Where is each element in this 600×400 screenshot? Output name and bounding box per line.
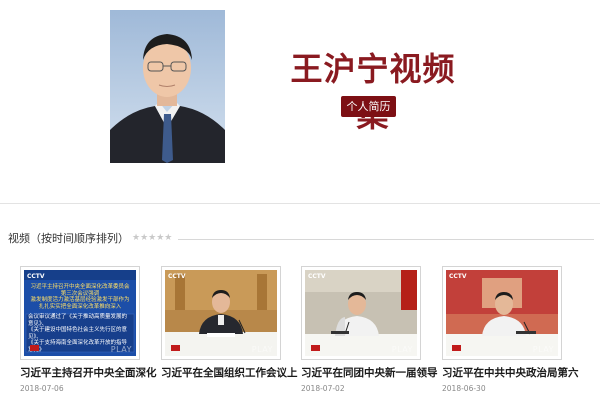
page-title: 王沪宁视频集 [290,50,456,134]
screen-caption: 习近平主持召开中央全面深化改革委员会 第三次会议强调 激发制度活力激活基层经验激… [28,284,132,353]
videos-section-header: 视频（按时间顺序排列） ★★★★★ [8,232,594,246]
channel-logo: CCTV [308,273,326,280]
video-date: 2018-07-06 [20,384,64,393]
play-watermark: PLAY [110,345,132,354]
video-date: 2018-07-02 [301,384,345,393]
broadcast-marker [311,345,320,351]
video-card[interactable]: CCTV PLAY 习近平在中共中央政治局第六 2018-06-30 [442,266,579,400]
play-watermark: PLAY [532,345,554,354]
biography-button[interactable]: 个人简历 [341,96,396,117]
caption-detail: 会议审议通过了《关于推动高质量发展的意见》、 [28,314,128,327]
broadcast-marker [30,345,39,351]
video-title[interactable]: 习近平在同团中央新一届领导 [301,367,461,380]
video-title[interactable]: 习近平在中共中央政治局第六 [442,367,600,380]
channel-logo: CCTV [27,273,45,280]
caption-line: 习近平主持召开中央全面深化改革委员会 [30,284,130,290]
stars-glyphs: ★★★★★ [132,233,173,243]
video-date: 2018-06-30 [442,384,486,393]
caption-line: 激发制度活力激活基层经验激发干部作为 [30,297,130,303]
videos-section-title: 视频（按时间顺序排列） [8,232,129,245]
video-title[interactable]: 习近平主持召开中央全面深化 [20,367,180,380]
section-divider [0,203,600,204]
play-watermark: PLAY [251,345,273,354]
video-title[interactable]: 习近平在全国组织工作会议上 [161,367,321,380]
section-rule [178,239,594,240]
video-card[interactable]: CCTV 习近平主持召开中央全面深化改革委员会 第三次会议强调 激发制度活力激活… [20,266,157,400]
broadcast-marker [452,345,461,351]
video-thumbnail-frame[interactable]: CCTV 习近平主持召开中央全面深化改革委员会 第三次会议强调 激发制度活力激活… [20,266,140,360]
caption-detail: 《关于建设中国特色社会主义先行区的意见》、 [28,327,128,340]
video-thumbnail[interactable]: CCTV PLAY [305,270,417,356]
video-thumbnail-frame[interactable]: CCTV PLAY [442,266,562,360]
caption-line: 扎扎实实把全面深化改革推向深入 [38,303,122,310]
video-thumbnail[interactable]: CCTV 习近平主持召开中央全面深化改革委员会 第三次会议强调 激发制度活力激活… [24,270,136,356]
profile-header: 王沪宁视频集 个人简历 [0,0,600,200]
video-thumbnail-frame[interactable]: CCTV PLAY [161,266,281,360]
channel-logo: CCTV [449,273,467,280]
portrait-photo [110,10,225,163]
video-thumbnail[interactable]: CCTV PLAY [165,270,277,356]
play-watermark: PLAY [391,345,413,354]
broadcast-marker [171,345,180,351]
video-thumbnail[interactable]: CCTV PLAY [446,270,558,356]
video-grid: CCTV 习近平主持召开中央全面深化改革委员会 第三次会议强调 激发制度活力激活… [0,266,600,400]
star-decoration: ★★★★★ [132,231,172,245]
channel-logo: CCTV [168,273,186,280]
video-card[interactable]: CCTV PLAY 习近平在同团中央新一届领导 2018-07-02 [301,266,438,400]
video-thumbnail-frame[interactable]: CCTV PLAY [301,266,421,360]
video-card[interactable]: CCTV PLAY 习近平在全国组织工作会议上 [161,266,298,400]
